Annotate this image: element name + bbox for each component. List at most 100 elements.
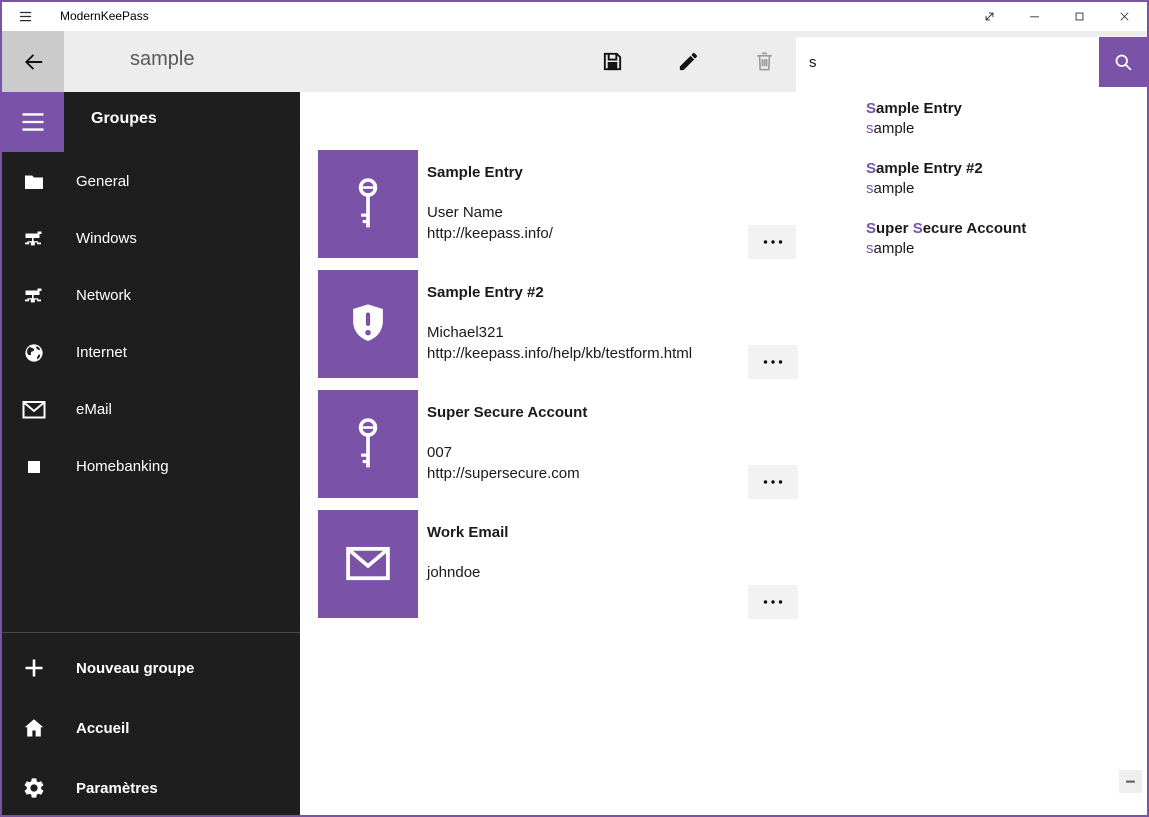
suggestion-item-super-secure-account[interactable]: Super Secure Accountsample	[866, 219, 1147, 259]
sidebar-item-label: Accueil	[76, 720, 129, 737]
maximize-button[interactable]	[1057, 2, 1102, 31]
more-icon	[761, 470, 785, 494]
sidebar-item-email[interactable]: eMail	[2, 381, 300, 438]
entry-title: Super Secure Account	[427, 404, 587, 421]
gear-icon	[22, 776, 46, 800]
search-input[interactable]	[796, 37, 1099, 87]
match-highlight: S	[866, 160, 876, 177]
edit-button[interactable]	[663, 36, 713, 86]
search-button[interactable]	[1099, 37, 1147, 87]
entry-more-button[interactable]	[748, 225, 798, 259]
sidebar-item-windows[interactable]: Windows	[2, 210, 300, 267]
entry-more-button[interactable]	[748, 585, 798, 619]
sidebar-item-nouveau-groupe[interactable]: Nouveau groupe	[2, 638, 300, 698]
back-arrow-icon	[20, 49, 46, 75]
minimize-button[interactable]	[1012, 2, 1057, 31]
match-highlight: S	[866, 220, 876, 237]
pane-footer: Nouveau groupe Accueil Paramètres	[2, 638, 300, 817]
key-icon	[351, 177, 385, 231]
sidebar-item-label: Windows	[76, 230, 137, 247]
sidebar-item-label: Nouveau groupe	[76, 660, 194, 677]
plus-icon	[22, 656, 46, 680]
entry-username: johndoe	[427, 564, 480, 581]
suggestion-group: sample	[866, 119, 1147, 139]
entry-item-super-secure-account[interactable]: Super Secure Account 007 http://supersecur…	[300, 390, 1147, 510]
hamburger-icon[interactable]	[18, 9, 33, 24]
match-highlight: S	[866, 100, 876, 117]
entry-item-work-email[interactable]: Work Email johndoe	[300, 510, 1147, 630]
close-button[interactable]	[1102, 2, 1147, 31]
sidebar-item-accueil[interactable]: Accueil	[2, 698, 300, 758]
search-icon	[1113, 52, 1134, 73]
sidebar-item-label: General	[76, 173, 129, 190]
entry-url: http://keepass.info/	[427, 225, 553, 242]
semantic-zoom-out-button[interactable]	[1119, 770, 1142, 793]
groups-pane: Groupes General Windows Network Internet eMa…	[2, 92, 300, 815]
delete-button[interactable]	[739, 36, 789, 86]
sidebar-item-label: Paramètres	[76, 780, 158, 797]
back-button[interactable]	[2, 31, 64, 92]
key-icon	[351, 417, 385, 471]
hamburger-icon	[19, 108, 47, 136]
sidebar-item-label: Internet	[76, 344, 127, 361]
shield-alert-icon	[345, 302, 391, 347]
edit-icon	[677, 50, 700, 73]
match-highlight: s	[866, 180, 874, 197]
entry-title: Sample Entry	[427, 164, 523, 181]
suggestion-item-sample-entry-2[interactable]: Sample Entry #2sample	[866, 159, 1147, 199]
suggestion-title: Sample Entry	[866, 99, 1147, 119]
globe-icon	[22, 341, 46, 365]
sidebar-item-homebanking[interactable]: Homebanking	[2, 438, 300, 495]
database-title: sample	[130, 48, 194, 71]
suggestion-title: Super Secure Account	[866, 219, 1147, 239]
close-icon	[1117, 9, 1132, 24]
sidebar-item-network[interactable]: Network	[2, 267, 300, 324]
entry-url: http://supersecure.com	[427, 465, 580, 482]
mail-icon	[22, 398, 46, 422]
window-controls	[967, 2, 1147, 31]
match-highlight: s	[866, 120, 874, 137]
sidebar-item-param-tres[interactable]: Paramètres	[2, 758, 300, 817]
folder-icon	[22, 170, 46, 194]
groups-heading: Groupes	[91, 110, 157, 128]
sidebar-item-general[interactable]: General	[2, 153, 300, 210]
network-icon	[22, 227, 46, 251]
network-icon	[22, 284, 46, 308]
title-bar: ModernKeePass	[2, 2, 1147, 31]
fullscreen-icon	[982, 9, 997, 24]
search-suggestions: Sample EntrysampleSample Entry #2sampleS…	[796, 87, 1147, 289]
entry-tile	[318, 390, 418, 498]
suggestion-title: Sample Entry #2	[866, 159, 1147, 179]
suggestion-group: sample	[866, 179, 1147, 199]
maximize-icon	[1072, 9, 1087, 24]
window-title: ModernKeePass	[60, 9, 149, 23]
command-bar-actions	[587, 36, 789, 86]
group-list: General Windows Network Internet eMail Homeba…	[2, 153, 300, 495]
pane-divider	[2, 632, 300, 633]
entry-title: Work Email	[427, 524, 508, 541]
entry-username: User Name	[427, 204, 503, 221]
entry-username: 007	[427, 444, 452, 461]
match-highlight: s	[866, 240, 874, 257]
trash-icon	[753, 50, 776, 73]
entry-tile	[318, 150, 418, 258]
app-window: ModernKeePass sample Groupes General Wind…	[0, 0, 1149, 817]
nav-menu-button[interactable]	[2, 92, 64, 152]
mail-icon	[344, 546, 392, 582]
minimize-icon	[1027, 9, 1042, 24]
more-icon	[761, 590, 785, 614]
sidebar-item-label: eMail	[76, 401, 112, 418]
entry-more-button[interactable]	[748, 345, 798, 379]
entry-more-button[interactable]	[748, 465, 798, 499]
sidebar-item-label: Network	[76, 287, 131, 304]
entry-tile	[318, 510, 418, 618]
sidebar-item-internet[interactable]: Internet	[2, 324, 300, 381]
suggestion-item-sample-entry[interactable]: Sample Entrysample	[866, 99, 1147, 139]
entry-url: http://keepass.info/help/kb/testform.htm…	[427, 345, 692, 362]
save-button[interactable]	[587, 36, 637, 86]
save-icon	[601, 50, 624, 73]
entry-tile	[318, 270, 418, 378]
home-icon	[22, 716, 46, 740]
fullscreen-button[interactable]	[967, 2, 1012, 31]
sidebar-item-label: Homebanking	[76, 458, 169, 475]
